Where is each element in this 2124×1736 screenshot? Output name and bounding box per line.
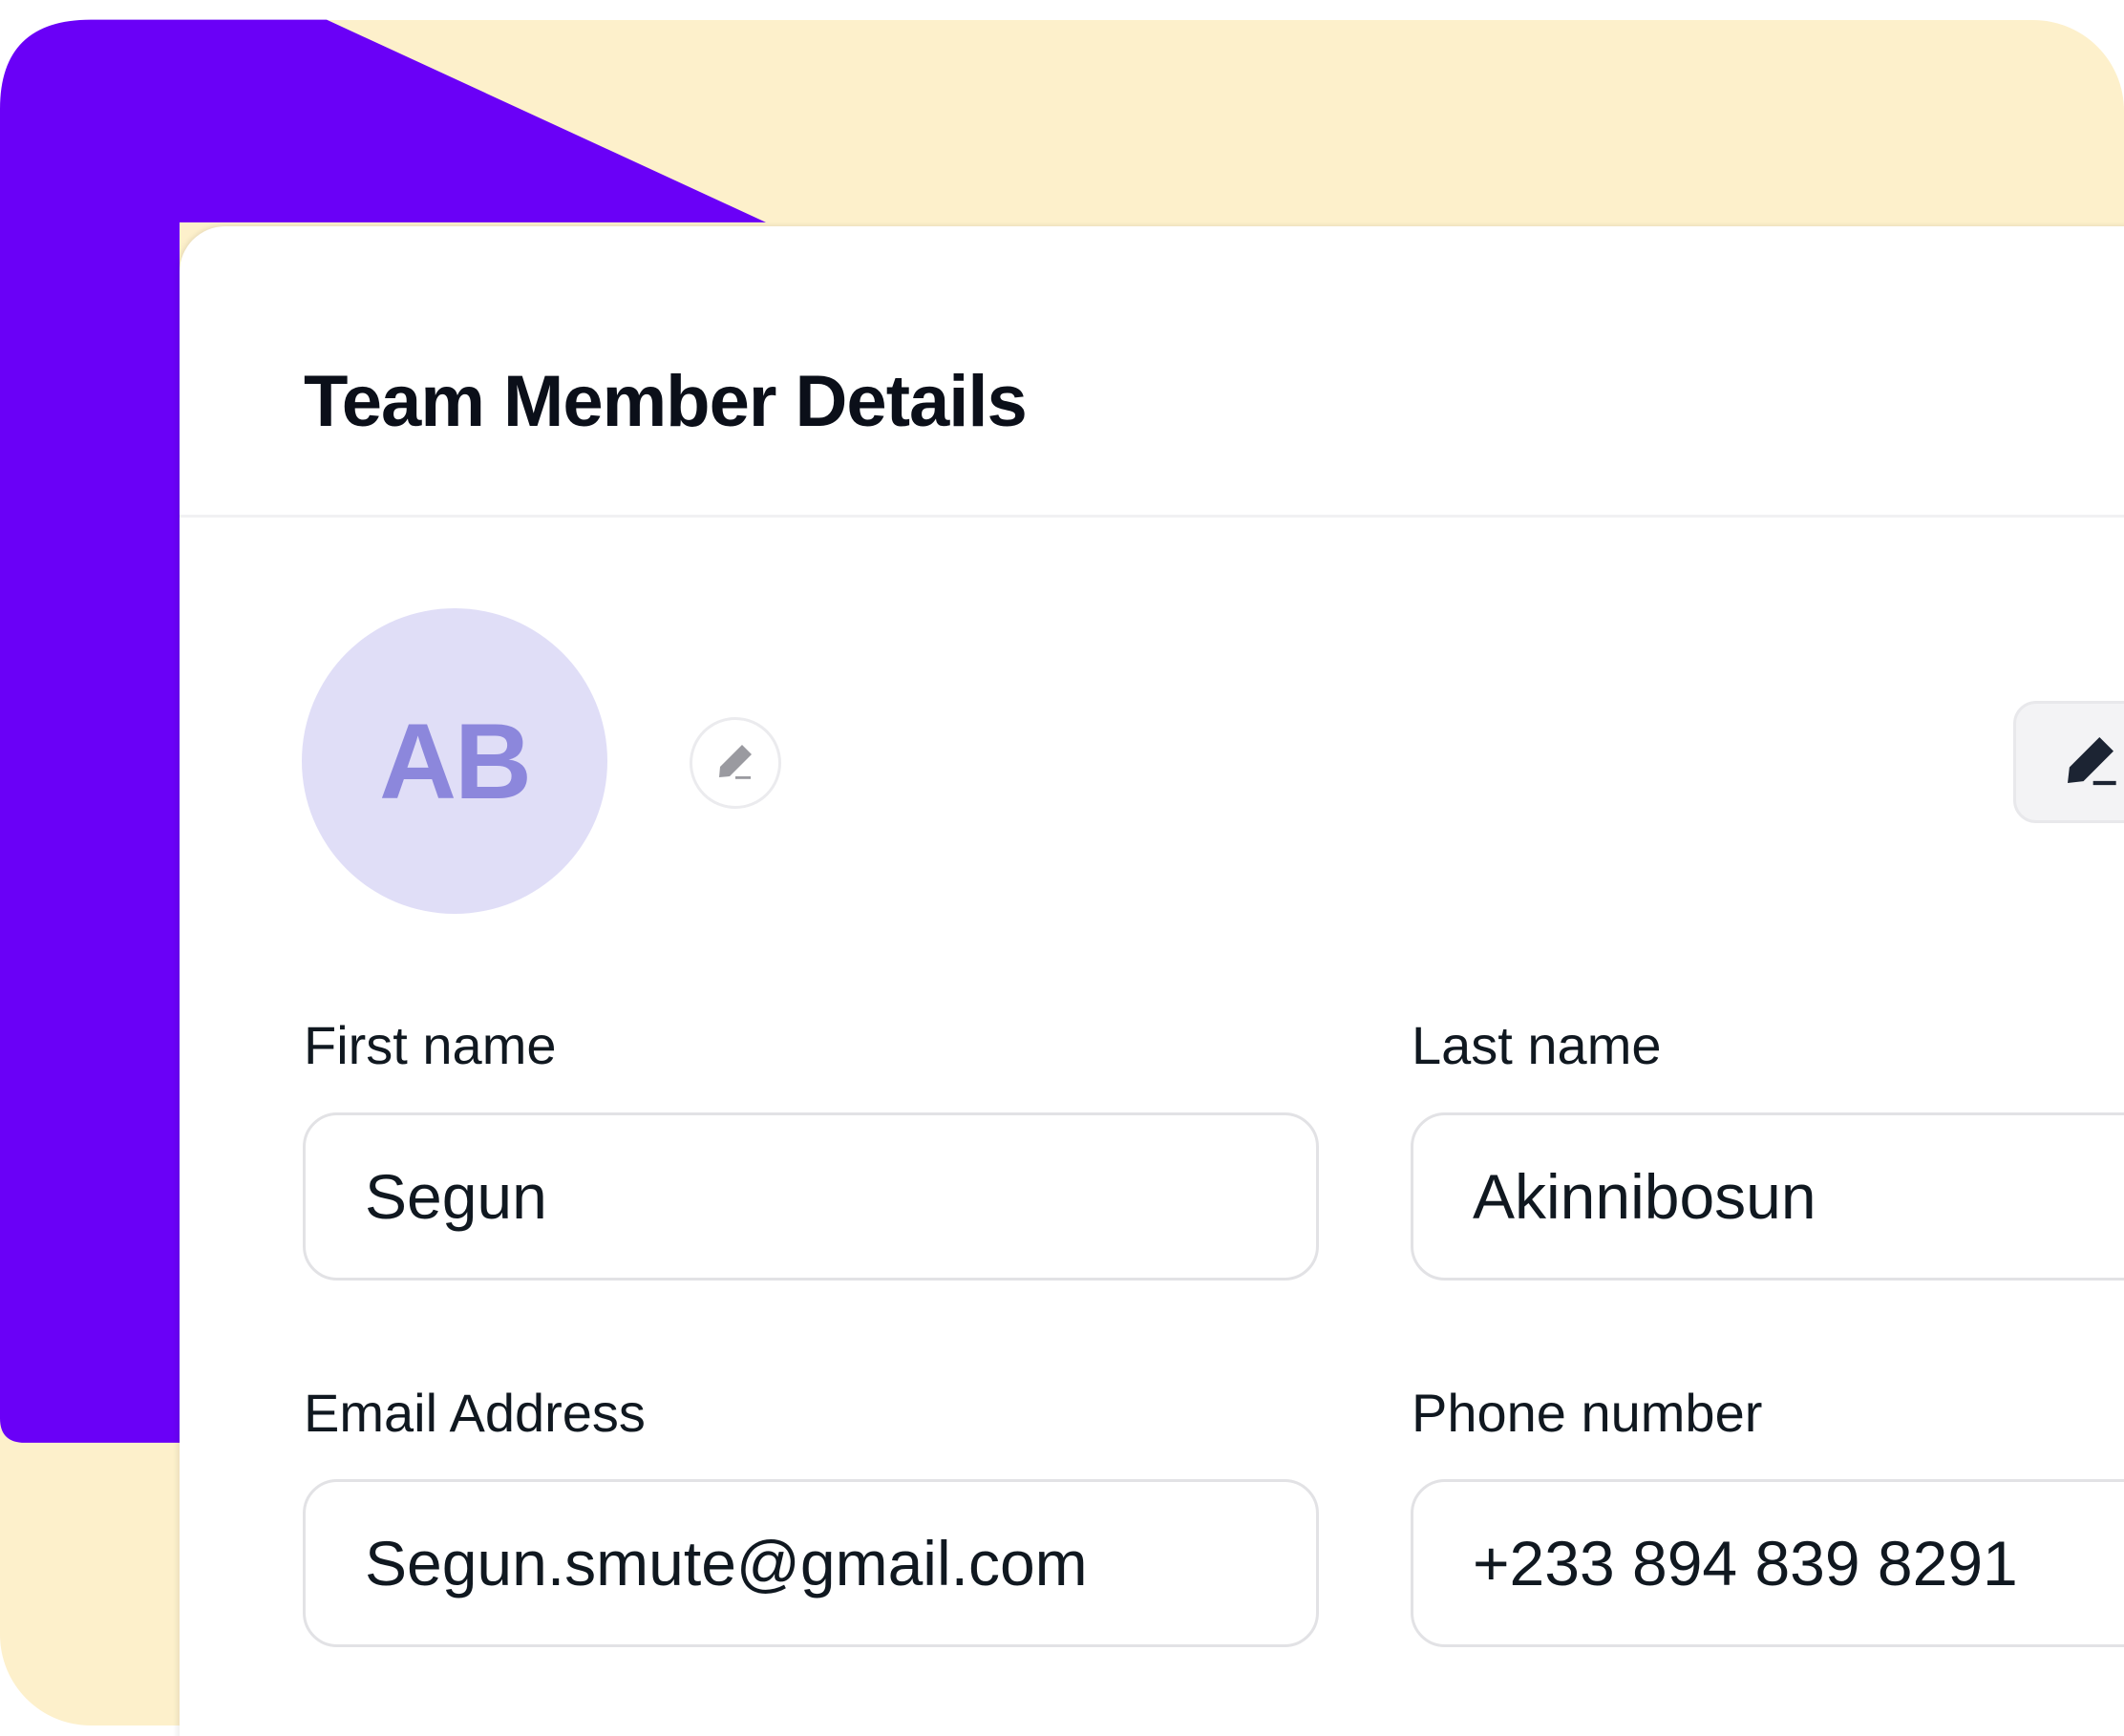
page-title: Team Member Details (304, 361, 1028, 442)
last-name-label: Last name (1412, 1015, 1662, 1075)
phone-label: Phone number (1412, 1383, 1763, 1443)
first-name-input[interactable] (365, 1160, 1316, 1233)
avatar-initials: AB (379, 701, 532, 821)
team-member-card: Team Member Details AB First name Last n… (180, 226, 2124, 1736)
pencil-icon (712, 738, 758, 789)
edit-avatar-button[interactable] (690, 717, 781, 809)
email-field[interactable] (303, 1479, 1319, 1647)
email-input[interactable] (365, 1527, 1316, 1599)
last-name-field[interactable] (1411, 1112, 2124, 1281)
card-header: Team Member Details (180, 226, 2124, 518)
last-name-input[interactable] (1473, 1160, 2124, 1233)
avatar: AB (302, 608, 607, 914)
email-label: Email Address (304, 1383, 646, 1443)
pencil-icon (2060, 730, 2121, 795)
first-name-field[interactable] (303, 1112, 1319, 1281)
phone-field[interactable] (1411, 1479, 2124, 1647)
edit-details-button[interactable] (2013, 701, 2124, 823)
first-name-label: First name (304, 1015, 557, 1075)
phone-input[interactable] (1473, 1527, 2124, 1599)
